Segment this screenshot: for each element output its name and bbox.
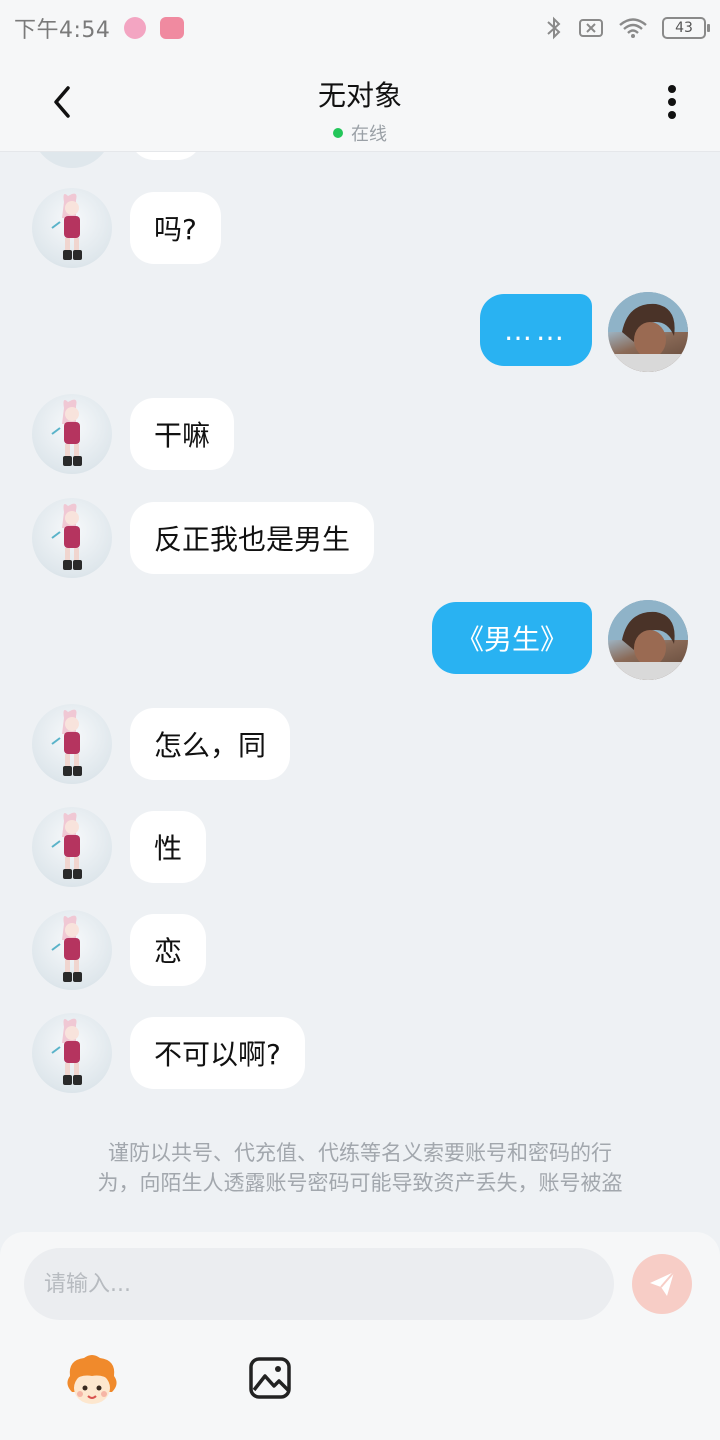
anime-girl-avatar-icon [51,1018,82,1085]
message-bubble-me[interactable]: 《男生》 [431,602,592,674]
message-bubble-partial [130,152,202,160]
avatar-other[interactable] [32,704,112,784]
anime-girl-avatar-icon [51,709,82,776]
avatar-other[interactable] [32,910,112,990]
message-bubble-other[interactable]: 反正我也是男生 [130,502,375,574]
message-list[interactable]: 吗? …… 干嘛 反正我也是男生 《男生》 怎么，同 性 恋 不可以啊? [0,152,720,1232]
avatar-other[interactable] [32,498,112,578]
online-status: 在线 [0,120,720,146]
anime-girl-avatar-icon [51,812,82,879]
avatar-other[interactable] [32,1013,112,1093]
message-input[interactable] [24,1248,614,1320]
anime-girl-avatar-icon [51,915,82,982]
message-bubble-other[interactable]: 性 [130,811,207,883]
status-time: 下午4:54 [14,18,111,43]
disclaimer-line-1: 谨防以共号、代充值、代练等名义索要账号和密码的行 [108,1141,612,1165]
image-button[interactable] [244,1352,296,1404]
app-icon-a [124,17,147,39]
image-icon [249,1357,291,1399]
avatar-me[interactable] [608,292,688,372]
disclaimer-line-2: 为，向陌生人透露账号密码可能导致资产丢失，账号被盗 [97,1171,623,1195]
message-bubble-other[interactable]: 恋 [130,914,207,986]
avatar-other[interactable] [32,394,112,474]
anime-girl-avatar-icon [51,399,82,466]
battery-icon: 43 [662,17,710,39]
message-bubble-other[interactable]: 怎么，同 [130,708,291,780]
emoji-button[interactable] [60,1350,124,1414]
send-button[interactable] [632,1254,692,1314]
anime-boy-avatar-icon [608,600,688,680]
message-bubble-other[interactable]: 吗? [130,192,221,264]
message-composer [0,1232,720,1440]
anime-girl-avatar-icon [51,193,82,260]
security-disclaimer: 谨防以共号、代充值、代练等名义索要账号和密码的行 为，向陌生人透露账号密码可能导… [60,1138,660,1198]
anime-boy-avatar-icon [608,292,688,372]
online-status-label: 在线 [351,124,387,145]
more-vertical-icon [668,85,676,119]
battery-level: 43 [675,20,693,36]
header-title-block: 无对象 在线 [0,74,720,146]
page-title: 无对象 [317,79,402,112]
online-dot-icon [333,128,343,138]
chat-header: 无对象 在线 [0,56,720,152]
bluetooth-icon [547,16,561,40]
avatar-other[interactable] [32,188,112,268]
paper-plane-icon [650,1271,675,1296]
avatar-other[interactable] [32,807,112,887]
wifi-icon [619,18,647,38]
message-bubble-other[interactable]: 不可以啊? [130,1017,305,1089]
more-menu-button[interactable] [652,80,692,124]
anime-girl-avatar-icon [51,503,82,570]
status-bar: 下午4:54 43 [0,0,720,56]
mascot-emoji-icon [67,1355,117,1404]
avatar-me[interactable] [608,600,688,680]
avatar-other-partial[interactable] [32,152,112,168]
app-icon-b [160,17,185,39]
sim-off-icon [579,19,603,37]
message-bubble-me[interactable]: …… [480,294,592,366]
message-bubble-other[interactable]: 干嘛 [130,398,235,470]
